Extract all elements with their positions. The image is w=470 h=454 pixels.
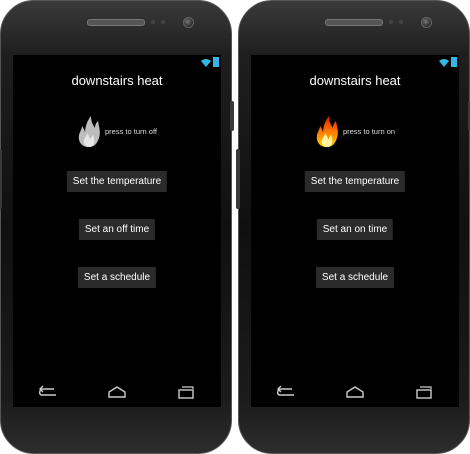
recents-icon[interactable] [176, 385, 196, 399]
navigation-bar [251, 377, 459, 407]
volume-button [236, 149, 240, 209]
set-on-time-button[interactable]: Set an on time [316, 219, 394, 240]
app-title: downstairs heat [309, 73, 401, 88]
toggle-hint: press to turn on [342, 126, 396, 136]
home-icon[interactable] [345, 385, 365, 399]
phone-left: downstairs heat press to turn off Set th… [0, 0, 234, 454]
wifi-icon [439, 58, 449, 67]
proximity-sensor [151, 20, 155, 24]
front-camera [421, 17, 432, 28]
recents-icon[interactable] [414, 385, 434, 399]
back-icon[interactable] [38, 385, 58, 399]
back-icon[interactable] [276, 385, 296, 399]
flame-on-icon[interactable] [315, 114, 339, 148]
flame-off-icon[interactable] [77, 114, 101, 148]
earpiece-speaker [87, 19, 145, 26]
set-schedule-button[interactable]: Set a schedule [77, 267, 157, 288]
set-off-time-button[interactable]: Set an off time [78, 219, 156, 240]
light-sensor [399, 20, 403, 24]
front-camera [183, 17, 194, 28]
toggle-hint: press to turn off [105, 126, 157, 136]
set-temperature-button[interactable]: Set the temperature [66, 171, 168, 192]
app-title: downstairs heat [71, 73, 163, 88]
heat-toggle[interactable]: press to turn off [13, 113, 221, 149]
home-icon[interactable] [107, 385, 127, 399]
wifi-icon [201, 58, 211, 67]
status-bar [439, 57, 457, 67]
set-schedule-button[interactable]: Set a schedule [315, 267, 395, 288]
volume-button [0, 149, 2, 209]
battery-icon [451, 57, 457, 67]
phone-right: downstairs heat press to turn on Set the… [236, 0, 470, 454]
proximity-sensor [389, 20, 393, 24]
set-temperature-button[interactable]: Set the temperature [304, 171, 406, 192]
status-bar [201, 57, 219, 67]
navigation-bar [13, 377, 221, 407]
app-screen: downstairs heat press to turn on Set the… [251, 55, 459, 407]
light-sensor [161, 20, 165, 24]
battery-icon [213, 57, 219, 67]
heat-toggle[interactable]: press to turn on [251, 113, 459, 149]
power-button [230, 101, 234, 131]
earpiece-speaker [325, 19, 383, 26]
app-screen: downstairs heat press to turn off Set th… [13, 55, 221, 407]
